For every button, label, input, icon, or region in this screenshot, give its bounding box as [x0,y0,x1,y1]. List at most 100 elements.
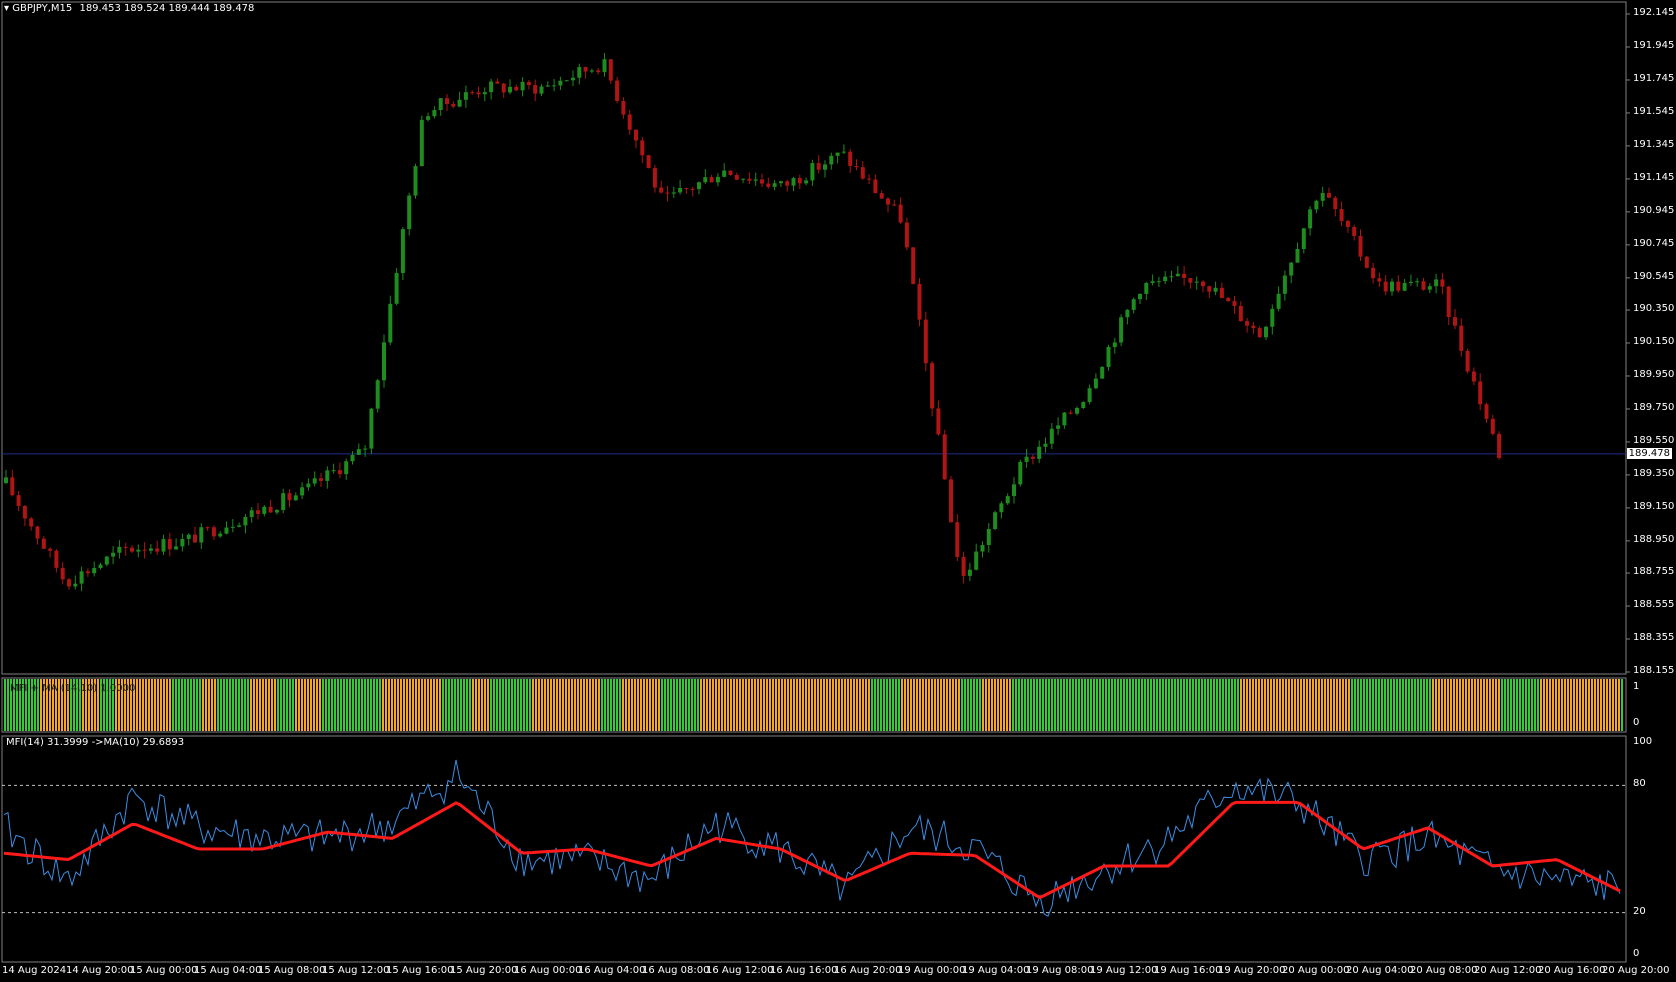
band-bar [256,679,258,731]
band-bar [1024,679,1026,731]
band-bar [1432,679,1434,731]
candlestick [1383,274,1388,296]
candle-body [337,470,342,475]
band-bar [1375,679,1377,731]
candlestick [1446,286,1451,326]
candlestick [1219,282,1224,299]
candlestick [980,541,985,558]
band-bar [1483,679,1485,731]
candle-body [1484,404,1489,419]
band-bar [1231,679,1233,731]
band-bar [1552,679,1554,731]
band-bar [568,679,570,731]
band-bar [1336,679,1338,731]
candlestick [949,475,953,523]
band-bar [1294,679,1296,731]
band-bar [961,679,963,731]
band-bar [874,679,876,731]
candle-body [463,92,468,100]
candlestick [1169,270,1174,283]
band-bar [148,679,150,731]
band-bar [313,679,315,731]
band-bar [1135,679,1137,731]
band-bar [364,679,366,731]
band-bar [1513,679,1515,731]
band-bar [193,679,195,731]
band-bar [1510,679,1512,731]
candlestick [1434,273,1439,294]
band-bar [1438,679,1440,731]
mfi-line [3,759,1621,917]
band-bar [361,679,363,731]
price-chart-svg[interactable] [0,0,1676,676]
band-bar [586,679,588,731]
band-bar [1237,679,1239,731]
candlestick [167,532,172,557]
time-tick-label: 16 Aug 16:00 [770,965,838,976]
band-bar [1525,679,1527,731]
candle-body [1081,402,1086,408]
band-bar [1507,679,1509,731]
band-bar [199,679,201,731]
band-bar [595,679,597,731]
price-chart-pane[interactable]: ▾ GBPJPY,M15 189.453 189.524 189.444 189… [0,0,1676,676]
time-tick-label: 20 Aug 08:00 [1410,965,1478,976]
price-tick-label: 189.350 [1633,467,1675,479]
candle-body [111,552,116,557]
band-bar [919,679,921,731]
collapse-triangle-icon[interactable]: ▾ [4,3,9,14]
candle-body [1226,297,1231,302]
candle-body [1377,278,1382,282]
candlestick [161,534,166,556]
candlestick [1201,280,1205,293]
band-bar [1408,679,1410,731]
candle-body [778,181,783,184]
candle-body [104,556,109,565]
band-bar [994,679,996,731]
time-tick-label: 14 Aug 20:00 [66,965,134,976]
band-bar [1465,679,1467,731]
band-bar [262,679,264,731]
band-bar [1342,679,1344,731]
band-bar [1330,679,1332,731]
band-bar [565,679,567,731]
candle-body [123,546,128,548]
candlestick [1049,423,1054,449]
mfi-oscillator-svg [1,735,1627,963]
band-bar [1084,679,1086,731]
candlestick [1018,459,1023,487]
band-bar [259,679,261,731]
candlestick [917,278,922,327]
candle-body [243,517,248,526]
band-bar [1018,679,1020,731]
mfi-oscillator-pane[interactable]: MFI(14) 31.3999 ->MA(10) 29.6893 100 80 20… [0,735,1676,963]
candle-body [262,506,267,514]
band-bar [1213,679,1215,731]
mfi-ma-band-pane[interactable]: MFI + MA (14,10) 1.0000 1 0 [0,677,1676,734]
candle-body [993,512,998,530]
band-bar [964,679,966,731]
band-bar [1114,679,1116,731]
candle-body [180,538,185,547]
band-bar [604,679,606,731]
candlestick [356,443,361,455]
band-bar [655,679,657,731]
band-bar [1573,679,1575,731]
candlestick [703,169,708,184]
band-bar [634,679,636,731]
band-bar [823,679,825,731]
band-bar [1252,679,1254,731]
band-bar [1537,679,1539,731]
candle-body [1106,347,1111,367]
candle-body [1320,192,1325,201]
band-bar [349,679,351,731]
band-bar [787,679,789,731]
candle-body [514,86,519,91]
band-bar [1225,679,1227,731]
band-bar [847,679,849,731]
candlestick [1037,440,1042,464]
price-tick-label: 191.545 [1633,105,1675,117]
candle-body [980,545,985,552]
band-bar [1264,679,1266,731]
band-bar [337,679,339,731]
